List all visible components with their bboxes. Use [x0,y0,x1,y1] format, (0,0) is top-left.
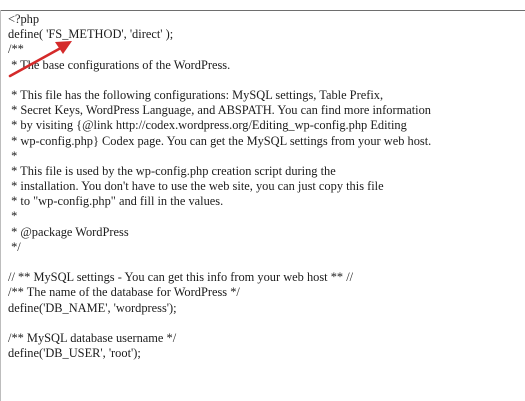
code-line: * installation. You don't have to use th… [8,179,384,194]
top-border [0,10,525,11]
code-line: * Secret Keys, WordPress Language, and A… [8,103,431,118]
code-line: /** MySQL database username */ [8,330,177,345]
code-line: * to "wp-config.php" and fill in the val… [8,194,224,209]
code-line: * [8,209,18,224]
code-line: // ** MySQL settings - You can get this … [8,270,354,285]
code-line-fs-method: define( 'FS_METHOD', 'direct' ); [8,27,174,42]
code-line: /** The name of the database for WordPre… [8,285,240,300]
code-line: <?php [8,12,40,26]
left-border [0,10,1,401]
code-line: * The base configurations of the WordPre… [8,57,231,72]
code-line: define('DB_NAME', 'wordpress'); [8,300,177,315]
code-line: /** [8,42,24,57]
code-line: * [8,148,18,163]
code-line: define('DB_USER', 'root'); [8,346,141,361]
code-line: * This file is used by the wp-config.php… [8,163,336,178]
code-line: * @package WordPress [8,224,129,239]
code-line: * by visiting {@link http://codex.wordpr… [8,118,407,133]
code-line: */ [8,239,21,254]
code-line: * wp-config.php} Codex page. You can get… [8,133,432,148]
code-line: * This file has the following configurat… [8,87,384,102]
code-editor[interactable]: <?php define( 'FS_METHOD', 'direct' ); /… [8,12,431,361]
